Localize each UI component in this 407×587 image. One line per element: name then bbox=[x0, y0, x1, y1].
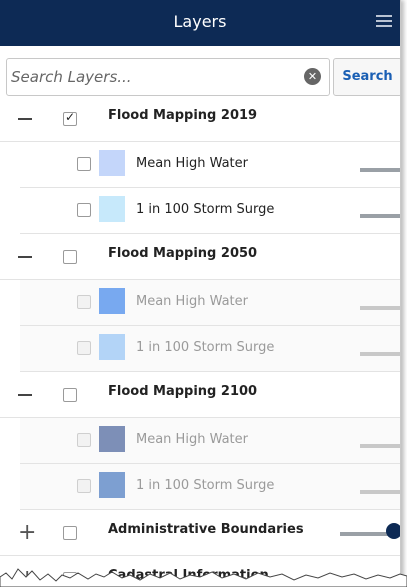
layer-label: 1 in 100 Storm Surge bbox=[136, 478, 275, 493]
layer-group-flood-2100: Flood Mapping 2100 bbox=[0, 372, 400, 418]
layer-checkbox[interactable] bbox=[77, 157, 91, 171]
layer-checkbox[interactable] bbox=[77, 295, 91, 309]
layer-item: Mean High Water bbox=[20, 418, 400, 464]
layer-checkbox[interactable] bbox=[77, 341, 91, 355]
layer-checkbox[interactable] bbox=[63, 526, 77, 540]
layer-checkbox[interactable] bbox=[77, 203, 91, 217]
opacity-slider[interactable] bbox=[360, 214, 400, 218]
clear-search-icon[interactable]: ✕ bbox=[304, 68, 321, 85]
legend-swatch bbox=[99, 288, 125, 314]
layer-checkbox[interactable] bbox=[63, 388, 77, 402]
opacity-slider[interactable] bbox=[360, 168, 400, 172]
layer-checkbox[interactable] bbox=[63, 110, 77, 126]
layer-label: Mean High Water bbox=[136, 156, 248, 171]
search-input[interactable] bbox=[9, 63, 293, 91]
layer-group-flood-2019: Flood Mapping 2019 bbox=[0, 96, 400, 142]
layers-panel: Layers ✕ Search Flood Mapping 2019 Mean … bbox=[0, 0, 401, 587]
hamburger-menu-icon[interactable] bbox=[376, 15, 392, 30]
layer-item: 1 in 100 Storm Surge bbox=[20, 188, 400, 234]
legend-swatch bbox=[99, 426, 125, 452]
search-bar: ✕ Search bbox=[0, 58, 400, 96]
layer-item: Mean High Water bbox=[20, 142, 400, 188]
layer-item: 1 in 100 Storm Surge bbox=[20, 326, 400, 372]
layer-checkbox[interactable] bbox=[77, 433, 91, 447]
legend-swatch bbox=[99, 196, 125, 222]
layer-checkbox[interactable] bbox=[77, 479, 91, 493]
layer-label: 1 in 100 Storm Surge bbox=[136, 202, 275, 217]
opacity-slider[interactable] bbox=[360, 490, 400, 494]
opacity-slider[interactable] bbox=[360, 352, 400, 356]
legend-swatch bbox=[99, 334, 125, 360]
layer-group-label: Flood Mapping 2050 bbox=[108, 246, 258, 261]
layer-label: Mean High Water bbox=[136, 294, 248, 309]
panel-header: Layers bbox=[0, 0, 400, 46]
layer-label: 1 in 100 Storm Surge bbox=[136, 340, 275, 355]
layer-group-flood-2050: Flood Mapping 2050 bbox=[0, 234, 400, 280]
layer-group-label: Flood Mapping 2100 bbox=[108, 384, 258, 399]
layer-item: Mean High Water bbox=[20, 280, 400, 326]
opacity-slider[interactable] bbox=[360, 306, 400, 310]
legend-swatch bbox=[99, 150, 125, 176]
layer-group-label: Flood Mapping 2019 bbox=[108, 108, 258, 123]
layer-checkbox[interactable] bbox=[63, 250, 77, 264]
slider-knob[interactable] bbox=[386, 523, 400, 539]
legend-swatch bbox=[99, 472, 125, 498]
layer-list: Flood Mapping 2019 Mean High Water 1 in … bbox=[0, 96, 400, 587]
panel-title: Layers bbox=[173, 12, 227, 31]
opacity-slider[interactable] bbox=[360, 444, 400, 448]
torn-edge-decoration bbox=[0, 568, 407, 587]
search-box: ✕ bbox=[6, 58, 330, 96]
search-button[interactable]: Search bbox=[333, 58, 400, 96]
layer-label: Mean High Water bbox=[136, 432, 248, 447]
layer-item: 1 in 100 Storm Surge bbox=[20, 464, 400, 510]
opacity-slider[interactable] bbox=[340, 523, 400, 539]
layer-group-label: Administrative Boundaries bbox=[108, 522, 304, 537]
